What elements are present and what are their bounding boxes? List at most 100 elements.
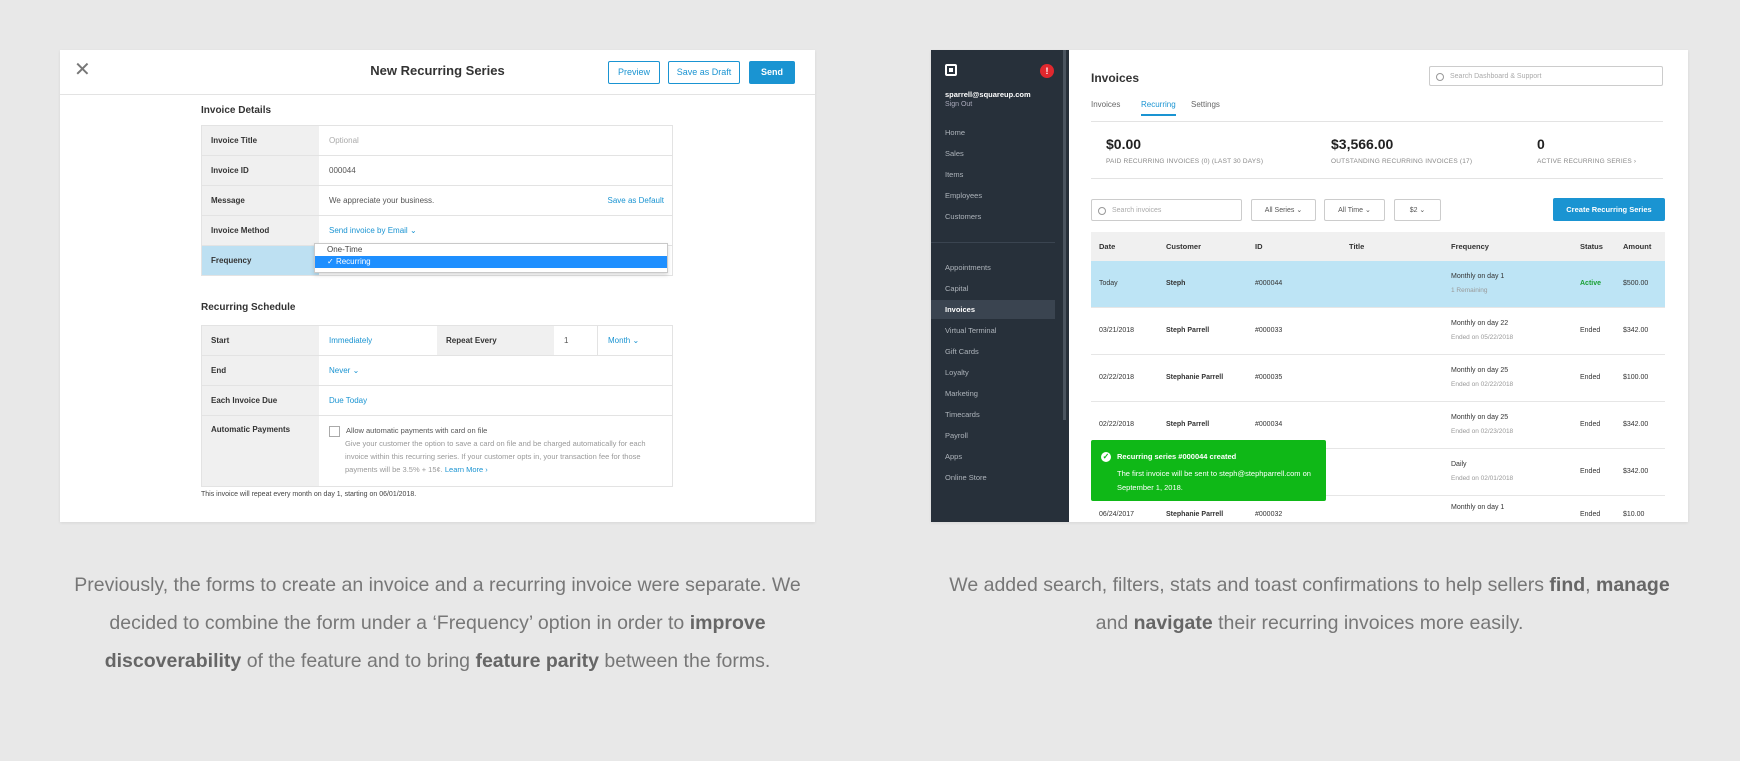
sidebar-item-payroll[interactable]: Payroll [931, 426, 1055, 445]
frequency-dropdown[interactable]: One-Time ✓ Recurring [314, 243, 668, 273]
sidebar-item-appointments[interactable]: Appointments [931, 258, 1055, 277]
sidebar-item-marketing[interactable]: Marketing [931, 384, 1055, 403]
table-row[interactable]: 03/21/2018 Steph Parrell #000033 Monthly… [1091, 308, 1665, 355]
square-logo-icon[interactable] [945, 64, 957, 76]
new-recurring-series-screenshot: ✕ New Recurring Series Preview Save as D… [60, 50, 815, 522]
success-toast[interactable]: ✓ Recurring series #000044 created The f… [1091, 440, 1326, 501]
table-row[interactable]: Today Steph #000044 Monthly on day 1 1 R… [1091, 261, 1665, 308]
user-email: sparrell@squareup.com [945, 90, 1031, 99]
invoice-title-label: Invoice Title [202, 126, 319, 155]
caption-text: We added search, filters, stats and toas… [949, 574, 1550, 596]
autopay-checkbox[interactable] [329, 425, 340, 437]
tab-underline [1091, 121, 1663, 122]
sidebar-item-loyalty[interactable]: Loyalty [931, 363, 1055, 382]
learn-more-link[interactable]: Learn More › [445, 465, 488, 474]
amount-filter-value: $2 [1409, 207, 1418, 214]
cell-date: 03/21/2018 [1099, 327, 1135, 334]
send-button[interactable]: Send [749, 61, 795, 84]
invoice-id-input[interactable]: 000044 [329, 156, 356, 185]
dashboard-search-input[interactable]: Search Dashboard & Support [1429, 66, 1663, 86]
alert-badge[interactable]: ! [1040, 64, 1054, 78]
tab-invoices[interactable]: Invoices [1091, 100, 1120, 114]
sidebar-item-employees[interactable]: Employees [931, 186, 1055, 205]
cell-amount: $342.00 [1623, 468, 1649, 475]
sidebar-item-apps[interactable]: Apps [931, 447, 1055, 466]
time-filter-dropdown[interactable]: All Time ⌄ [1324, 199, 1385, 221]
sidebar-scrollbar[interactable] [1063, 50, 1066, 420]
sidebar-item-invoices[interactable]: Invoices [931, 300, 1055, 319]
cell-id: #000033 [1255, 327, 1283, 334]
caption-text: , [1585, 574, 1596, 596]
message-input[interactable]: We appreciate your business. [329, 186, 434, 215]
invoice-title-input[interactable]: Optional [329, 126, 359, 155]
dashboard-search-placeholder: Search Dashboard & Support [1450, 73, 1542, 80]
cell-customer: Steph Parrell [1166, 327, 1210, 334]
sidebar-item-sales[interactable]: Sales [931, 144, 1055, 163]
search-icon [1098, 207, 1106, 215]
column-customer[interactable]: Customer [1166, 232, 1201, 261]
chevron-down-icon: ⌄ [632, 336, 640, 345]
check-icon: ✓ [327, 257, 334, 266]
create-recurring-series-button[interactable]: Create Recurring Series [1553, 198, 1665, 221]
column-id[interactable]: ID [1255, 232, 1263, 261]
chevron-down-icon: ⌄ [352, 366, 360, 375]
preview-button[interactable]: Preview [608, 61, 660, 84]
cell-date: 02/22/2018 [1099, 421, 1135, 428]
save-draft-button[interactable]: Save as Draft [668, 61, 740, 84]
due-select[interactable]: Due Today [329, 386, 367, 415]
sidebar-item-virtual-terminal[interactable]: Virtual Terminal [931, 321, 1055, 340]
sidebar-item-online-store[interactable]: Online Store [931, 468, 1055, 487]
amount-filter-dropdown[interactable]: $2 ⌄ [1394, 199, 1441, 221]
sidebar-item-items[interactable]: Items [931, 165, 1055, 184]
frequency-option-recurring-label: Recurring [335, 257, 371, 266]
invoice-method-label: Invoice Method [202, 216, 319, 245]
sidebar-item-capital[interactable]: Capital [931, 279, 1055, 298]
cell-frequency: Daily [1451, 461, 1467, 468]
caption-text: and [1095, 612, 1134, 634]
cell-amount: $10.00 [1623, 511, 1645, 518]
repeat-every-input[interactable]: 1 [564, 326, 568, 355]
repeat-every-label: Repeat Every [437, 326, 554, 355]
invoice-search-input[interactable]: Search invoices [1091, 199, 1242, 221]
cell-amount: $500.00 [1623, 280, 1649, 287]
table-header: Date Customer ID Title Frequency Status … [1091, 232, 1665, 261]
frequency-option-one-time[interactable]: One-Time [315, 244, 667, 256]
cell-frequency: Monthly on day 22 [1451, 320, 1509, 327]
column-title[interactable]: Title [1349, 232, 1364, 261]
cell-status: Ended [1580, 511, 1601, 518]
series-filter-dropdown[interactable]: All Series ⌄ [1251, 199, 1316, 221]
autopay-description: Give your customer the option to save a … [345, 439, 646, 474]
repeat-footnote: This invoice will repeat every month on … [201, 491, 417, 498]
frequency-option-recurring[interactable]: ✓ Recurring [315, 256, 667, 268]
cell-status: Ended [1580, 468, 1601, 475]
sidebar-item-customers[interactable]: Customers [931, 207, 1055, 226]
column-status[interactable]: Status [1580, 232, 1603, 261]
search-icon [1436, 73, 1444, 81]
sign-out-link[interactable]: Sign Out [945, 101, 972, 108]
table-row[interactable]: 02/22/2018 Stephanie Parrell #000035 Mon… [1091, 355, 1665, 402]
sidebar-item-home[interactable]: Home [931, 123, 1055, 142]
column-amount[interactable]: Amount [1623, 232, 1651, 261]
sidebar-item-gift-cards[interactable]: Gift Cards [931, 342, 1055, 361]
cell-status: Ended [1580, 421, 1601, 428]
sidebar-item-timecards[interactable]: Timecards [931, 405, 1055, 424]
column-date[interactable]: Date [1099, 232, 1115, 261]
repeat-unit-value: Month [608, 336, 631, 345]
check-circle-icon: ✓ [1101, 452, 1111, 462]
message-label: Message [202, 186, 319, 215]
repeat-unit-select[interactable]: Month ⌄ [597, 326, 639, 355]
invoice-details-heading: Invoice Details [201, 105, 272, 116]
end-select[interactable]: Never ⌄ [329, 356, 359, 385]
column-frequency[interactable]: Frequency [1451, 232, 1489, 261]
invoice-method-row: Invoice Method Send invoice by Email ⌄ [202, 216, 672, 246]
start-select[interactable]: Immediately [329, 326, 372, 355]
autopay-option: Allow automatic payments with card on fi… [329, 424, 659, 476]
autopay-label: Automatic Payments [202, 416, 319, 486]
tab-settings[interactable]: Settings [1191, 100, 1220, 114]
end-label: End [202, 356, 319, 385]
invoice-method-select[interactable]: Send invoice by Email ⌄ [329, 216, 417, 245]
stat-active-link[interactable]: ACTIVE RECURRING SERIES › [1537, 158, 1636, 165]
tab-recurring[interactable]: Recurring [1141, 100, 1176, 116]
cell-date: Today [1099, 280, 1118, 287]
save-as-default-link[interactable]: Save as Default [608, 186, 664, 215]
